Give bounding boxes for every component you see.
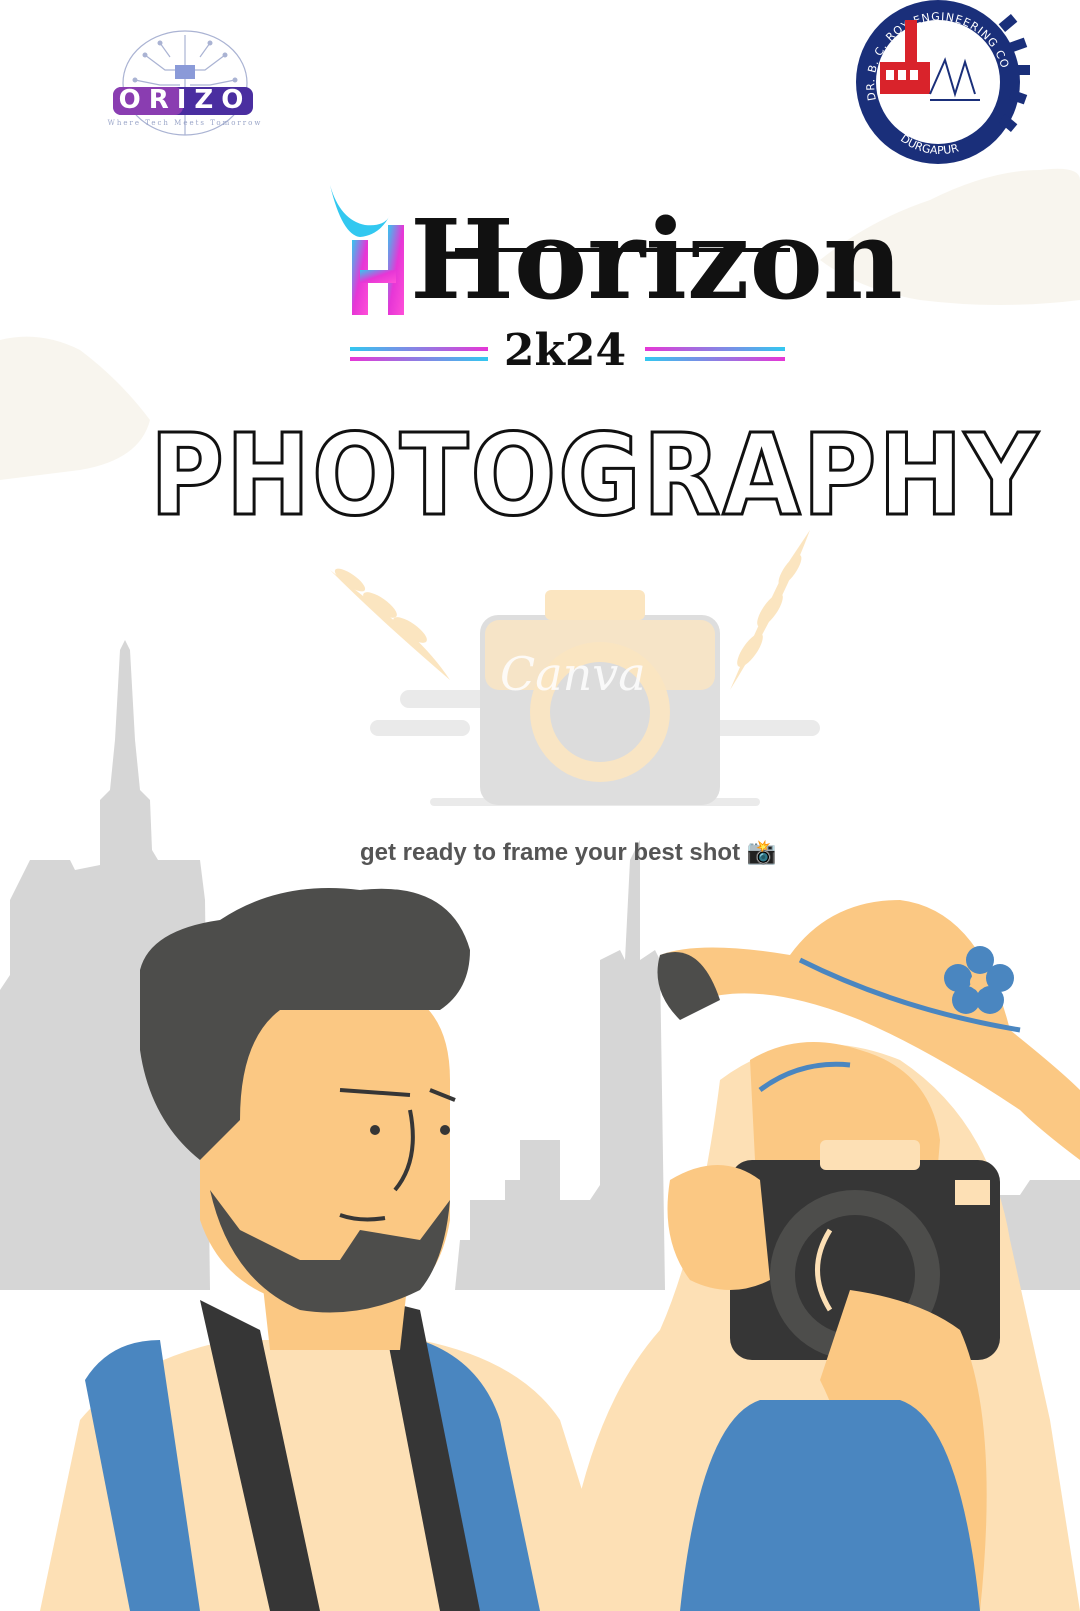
horizon-h-logo — [330, 185, 404, 315]
horizon-small-logo: HORIZON Where Tech Meets Tomorrow — [85, 25, 285, 150]
year-rule-left-2 — [350, 357, 488, 361]
brand-underline — [455, 248, 790, 252]
category-title: PHOTOGRAPHY — [149, 411, 1040, 541]
horizon-logo-letters: HORIZON — [88, 85, 282, 115]
watermark-camera-graphic: Canva — [330, 530, 820, 806]
poster: HORIZON Where Tech Meets Tomorrow DR. B.… — [0, 0, 1080, 1611]
year-rule-right-2 — [645, 357, 785, 361]
college-logo: DR. B. C. ROY ENGINEERING COLLEGE DURGAP… — [850, 0, 1030, 164]
event-year: 2k24 — [503, 325, 627, 376]
year-rule-left — [350, 347, 488, 351]
photographers-illustration — [40, 888, 1080, 1611]
horizon-logo-tagline: Where Tech Meets Tomorrow — [107, 119, 263, 127]
year-rule-right — [645, 347, 785, 351]
watermark-text: Canva — [500, 647, 646, 701]
event-brand-title: Horizon — [410, 195, 903, 324]
